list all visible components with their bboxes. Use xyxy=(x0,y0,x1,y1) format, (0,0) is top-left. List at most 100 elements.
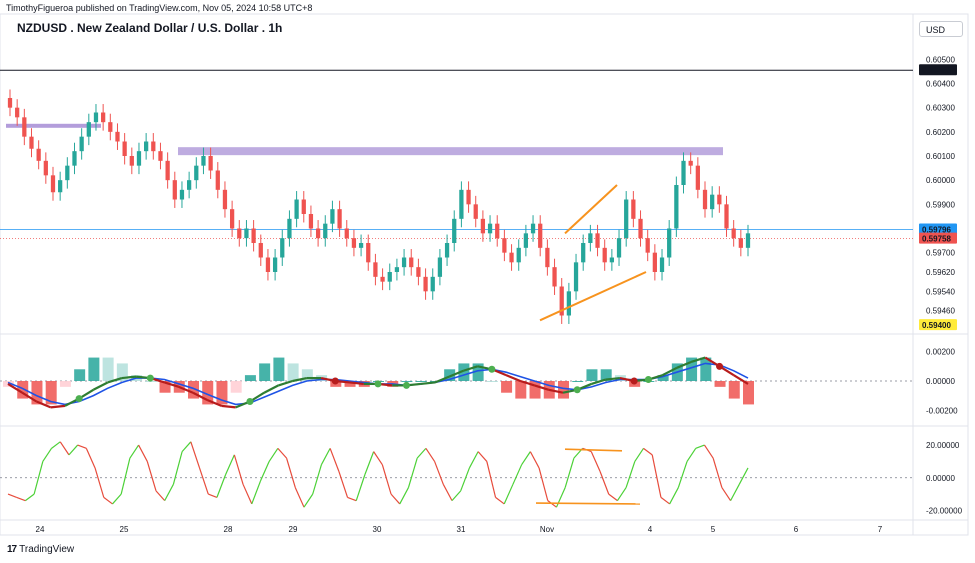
osc-line-segment xyxy=(669,487,679,505)
candle-body xyxy=(244,228,249,239)
candle-body xyxy=(101,112,106,123)
osc-line-segment xyxy=(381,464,392,495)
macd-histogram-bar xyxy=(244,375,256,381)
candle-body xyxy=(602,247,607,263)
candle-body xyxy=(416,267,421,277)
osc-line-segment xyxy=(468,451,479,469)
osc-line-segment xyxy=(616,487,627,501)
macd-line-segment xyxy=(121,375,137,380)
candle-body xyxy=(595,233,600,248)
candle-body xyxy=(366,243,371,263)
candle-body xyxy=(509,252,514,263)
chart-canvas[interactable]: 0.60500 0.60400 0.60300 0.60200 0.60100 0.600… xyxy=(0,0,975,563)
candle-body xyxy=(108,122,113,132)
macd-histogram-bar xyxy=(88,357,100,381)
candle-body xyxy=(50,175,56,193)
price-label-text: 0.59758 xyxy=(922,235,951,244)
candle-body xyxy=(444,243,450,258)
candle-body xyxy=(738,238,743,248)
candle-body xyxy=(710,194,715,210)
osc-line-segment xyxy=(259,461,270,482)
macd-histogram-bar xyxy=(102,357,114,381)
candle-body xyxy=(251,228,256,243)
osc-line-segment xyxy=(555,487,566,508)
osc-line-segment xyxy=(338,471,349,498)
macd-line-segment xyxy=(349,381,364,386)
osc-line-segment xyxy=(103,496,113,505)
osc-upper-divergence xyxy=(564,448,623,452)
macd-line-segment xyxy=(50,404,66,409)
macd-histogram-bar xyxy=(728,381,740,399)
price-tick-label: 0.59700 xyxy=(926,249,955,258)
candle-body xyxy=(731,228,736,239)
osc-line-segment xyxy=(564,457,575,488)
osc-line-segment xyxy=(434,461,444,485)
osc-line-segment xyxy=(451,490,462,502)
candle-body xyxy=(495,223,500,239)
osc-tick-label: 0.00000 xyxy=(926,474,955,483)
candle-body xyxy=(158,151,163,161)
osc-line-segment xyxy=(442,484,453,501)
time-tick-label: 30 xyxy=(373,525,382,534)
macd-tick-label: 0.00200 xyxy=(926,348,955,357)
osc-line-segment xyxy=(477,451,488,462)
candle-body xyxy=(573,262,579,292)
candle-body xyxy=(373,262,378,277)
time-tick-label: 7 xyxy=(878,525,883,534)
candle-body xyxy=(480,218,486,234)
price-tick-label: 0.60200 xyxy=(926,128,955,137)
osc-line-segment xyxy=(625,461,636,488)
osc-line-segment xyxy=(190,441,201,469)
macd-line-segment xyxy=(420,381,436,386)
candle-body xyxy=(702,189,708,210)
osc-line-segment xyxy=(529,451,540,469)
osc-tick-label: 20.00000 xyxy=(926,441,960,450)
macd-cross-marker xyxy=(374,380,382,388)
candle-body xyxy=(631,199,636,219)
candle-body xyxy=(674,185,679,229)
candle-body xyxy=(258,243,263,258)
candle-body xyxy=(502,238,507,253)
osc-line-segment xyxy=(399,487,410,505)
osc-line-segment xyxy=(42,448,53,462)
macd-line-segment xyxy=(221,404,236,409)
time-tick-label: 4 xyxy=(648,525,653,534)
macd-histogram-bar xyxy=(59,381,71,387)
price-label-text: 0.59400 xyxy=(922,321,951,330)
candle-body xyxy=(530,223,536,234)
osc-line-segment xyxy=(364,451,375,475)
osc-line-segment xyxy=(268,448,279,462)
osc-line-segment xyxy=(181,441,192,453)
osc-line-segment xyxy=(373,451,383,466)
candle-body xyxy=(401,257,407,268)
price-tick-label: 0.60100 xyxy=(926,152,955,161)
macd-cross-marker xyxy=(402,381,410,389)
osc-line-segment xyxy=(251,480,262,505)
osc-line-segment xyxy=(503,484,514,505)
osc-line-segment xyxy=(312,464,322,495)
osc-line-segment xyxy=(208,493,218,498)
osc-line-segment xyxy=(390,493,401,505)
osc-line-segment xyxy=(146,461,157,492)
candle-body xyxy=(229,209,235,229)
candle-body xyxy=(659,257,665,272)
candle-body xyxy=(487,223,493,234)
candle-body xyxy=(423,276,428,292)
macd-histogram-bar xyxy=(259,363,271,381)
osc-line-segment xyxy=(407,457,418,488)
price-tick-label: 0.59540 xyxy=(926,287,955,296)
osc-line-segment xyxy=(59,441,70,456)
candle-body xyxy=(717,194,722,205)
osc-line-segment xyxy=(738,467,749,485)
time-tick-label: 29 xyxy=(289,525,298,534)
candle-body xyxy=(308,214,314,229)
candle-body xyxy=(58,180,63,193)
candle-body xyxy=(194,165,199,181)
osc-line-segment xyxy=(329,448,340,472)
candle-body xyxy=(186,180,192,190)
macd-histogram-bar xyxy=(415,381,427,382)
macd-histogram-bar xyxy=(558,381,569,399)
footer-branding[interactable]: 17 TradingView xyxy=(7,544,74,555)
macd-cross-marker xyxy=(716,362,724,370)
osc-line-segment xyxy=(77,444,87,449)
